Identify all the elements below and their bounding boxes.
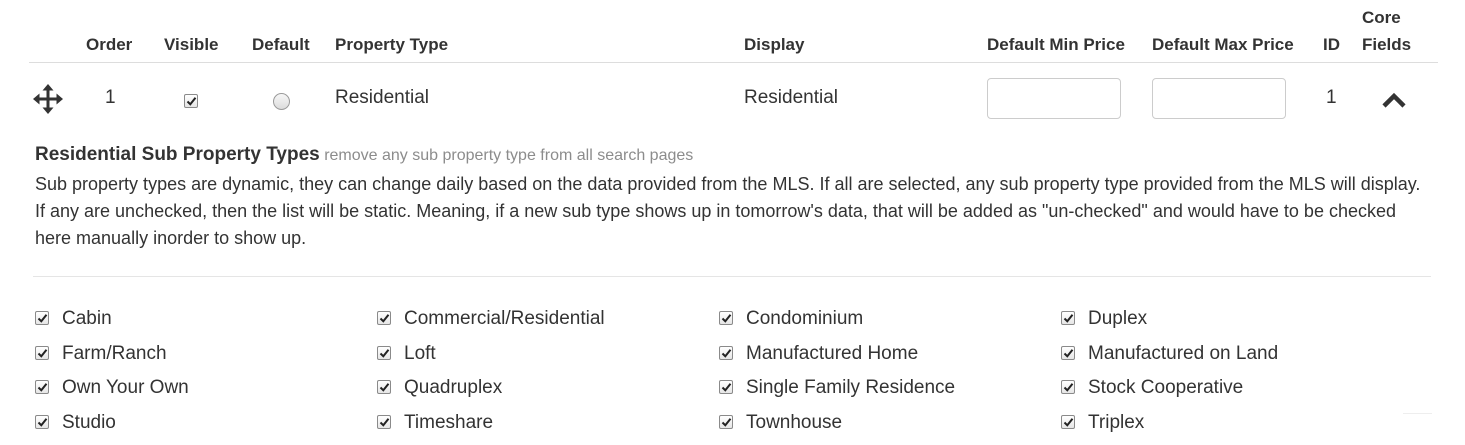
checkmark-icon (37, 314, 48, 323)
section-divider (33, 276, 1431, 277)
sub-type-checkbox[interactable] (377, 380, 391, 394)
checkmark-icon (379, 314, 390, 323)
sub-type-checkbox[interactable] (1061, 380, 1075, 394)
sub-type-checkbox[interactable] (719, 346, 733, 360)
visible-checkbox[interactable] (184, 94, 198, 108)
sub-type-checkbox[interactable] (719, 415, 733, 429)
sub-type-checkbox[interactable] (377, 311, 391, 325)
checkmark-icon (186, 97, 197, 106)
chevron-up-icon[interactable] (1381, 91, 1407, 109)
checkmark-icon (379, 383, 390, 392)
header-id: ID (1323, 35, 1340, 54)
checkmark-icon (379, 349, 390, 358)
checkmark-icon (37, 418, 48, 427)
checkmark-icon (721, 418, 732, 427)
sub-type-checkbox[interactable] (35, 380, 49, 394)
checkmark-icon (1063, 314, 1074, 323)
sub-type-label: Triplex (1088, 412, 1145, 433)
header-divider (29, 62, 1438, 63)
max-price-input[interactable] (1152, 78, 1286, 119)
sub-type-checkbox[interactable] (719, 380, 733, 394)
header-min-price: Default Min Price (987, 35, 1125, 54)
sub-type-checkbox[interactable] (35, 311, 49, 325)
header-visible: Visible (164, 35, 219, 54)
checkmark-icon (1063, 349, 1074, 358)
sub-type-label: Manufactured Home (746, 343, 919, 364)
checkmark-icon (1063, 418, 1074, 427)
header-core-fields-line1: Core (1362, 8, 1401, 27)
sub-type-checkbox[interactable] (377, 346, 391, 360)
bottom-divider (1403, 413, 1432, 414)
sub-type-label: Stock Cooperative (1088, 377, 1244, 398)
checkmark-icon (37, 383, 48, 392)
move-arrows-icon[interactable] (33, 84, 63, 114)
sub-type-label: Studio (62, 412, 116, 433)
checkmark-icon (37, 349, 48, 358)
min-price-input[interactable] (987, 78, 1121, 119)
sub-type-checkbox[interactable] (35, 415, 49, 429)
header-default: Default (252, 35, 310, 54)
checkmark-icon (721, 314, 732, 323)
sub-type-label: Manufactured on Land (1088, 343, 1279, 364)
sub-type-label: Own Your Own (62, 377, 189, 398)
row-display: Residential (744, 87, 838, 108)
default-radio[interactable] (273, 93, 290, 110)
header-max-price: Default Max Price (1152, 35, 1294, 54)
sub-type-label: Loft (404, 343, 436, 364)
sub-types-heading: Residential Sub Property Types remove an… (35, 144, 693, 167)
sub-type-label: Quadruplex (404, 377, 503, 398)
sub-type-label: Timeshare (404, 412, 494, 433)
sub-type-label: Duplex (1088, 308, 1148, 329)
checkmark-icon (379, 418, 390, 427)
header-property-type: Property Type (335, 35, 449, 54)
sub-type-checkbox[interactable] (35, 346, 49, 360)
sub-types-description: Sub property types are dynamic, they can… (35, 174, 1421, 248)
sub-type-checkbox[interactable] (1061, 415, 1075, 429)
sub-types-hint: remove any sub property type from all se… (324, 147, 694, 164)
row-order: 1 (105, 87, 116, 108)
header-display: Display (744, 35, 805, 54)
sub-type-label: Farm/Ranch (62, 343, 167, 364)
sub-type-label: Single Family Residence (746, 377, 956, 398)
sub-type-checkbox[interactable] (377, 415, 391, 429)
sub-type-label: Townhouse (746, 412, 843, 433)
header-core-fields-line2: Fields (1362, 35, 1412, 54)
header-order: Order (86, 35, 133, 54)
row-id: 1 (1326, 87, 1337, 108)
checkmark-icon (721, 383, 732, 392)
sub-types-title: Residential Sub Property Types (35, 144, 320, 165)
row-property-type: Residential (335, 87, 429, 108)
checkmark-icon (721, 349, 732, 358)
sub-type-label: Commercial/Residential (404, 308, 605, 329)
sub-type-label: Cabin (62, 308, 112, 329)
sub-type-checkbox[interactable] (719, 311, 733, 325)
sub-type-checkbox[interactable] (1061, 346, 1075, 360)
sub-type-label: Condominium (746, 308, 864, 329)
sub-type-checkbox[interactable] (1061, 311, 1075, 325)
checkmark-icon (1063, 383, 1074, 392)
